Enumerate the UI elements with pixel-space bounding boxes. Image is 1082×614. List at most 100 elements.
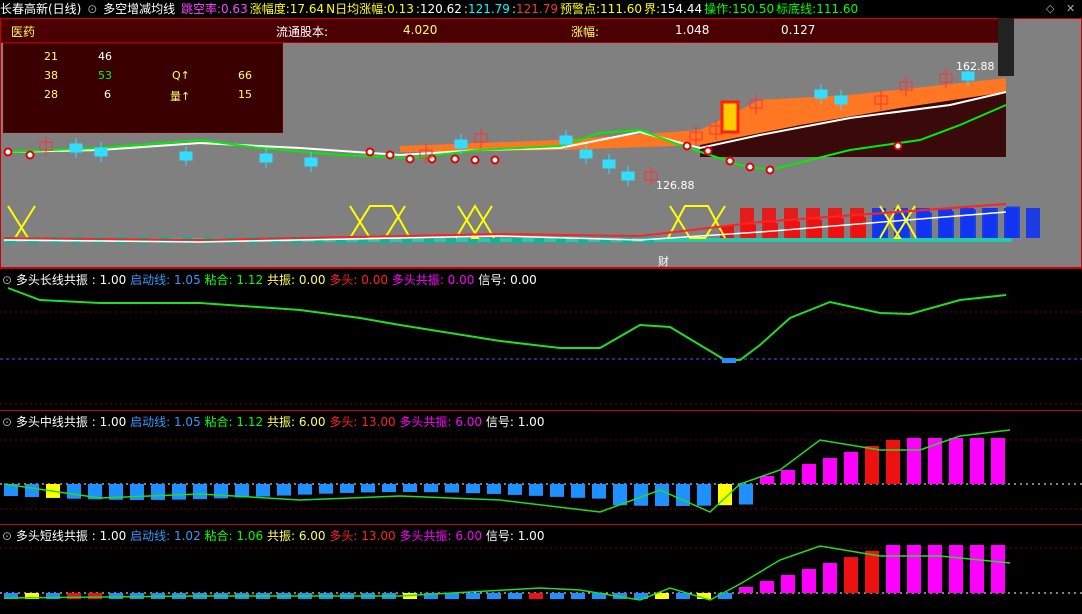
volume-bar-top bbox=[1004, 208, 1018, 238]
panel-toggle-icon[interactable]: ⊙ bbox=[2, 273, 16, 287]
panel-short[interactable]: ⊙ 多头短线共振 : 1.00 启动线: 1.02 粘合: 1.06 共振: 6… bbox=[0, 524, 1082, 614]
panel-mid[interactable]: ⊙ 多头中线共振 : 1.00 启动线: 1.05 粘合: 1.12 共振: 6… bbox=[0, 410, 1082, 524]
panel-v4: 0.00 bbox=[361, 273, 388, 287]
volume-bar-top bbox=[806, 208, 820, 238]
volume-bar-top bbox=[960, 208, 974, 238]
highlight-candle bbox=[720, 100, 740, 134]
separator: : bbox=[502, 273, 511, 287]
panel-toggle-icon[interactable]: ⊙ bbox=[2, 529, 16, 543]
panel-l1: 启动线 bbox=[130, 273, 167, 287]
panel-v0: 1.00 bbox=[99, 273, 127, 287]
separator: : bbox=[290, 273, 299, 287]
panel-v2: 1.12 bbox=[236, 273, 264, 287]
yellow-helper bbox=[690, 206, 695, 238]
panel-v3: 6.00 bbox=[298, 415, 326, 429]
signal-dot bbox=[450, 154, 460, 164]
panel-v6: 0.00 bbox=[510, 273, 537, 287]
panel-l6: 信号 bbox=[478, 273, 503, 287]
signal-dot bbox=[745, 162, 755, 172]
panel-l4: 多头 bbox=[329, 415, 354, 429]
panel-v3: 0.00 bbox=[298, 273, 326, 287]
volume-bar bbox=[578, 236, 588, 244]
panel-title: 多头短线共振 bbox=[15, 529, 88, 543]
separator: : bbox=[439, 273, 448, 287]
separator: : bbox=[509, 529, 518, 543]
signal-dot bbox=[682, 141, 692, 151]
panel-l5: 多头共振 bbox=[399, 415, 448, 429]
candle-body bbox=[961, 71, 975, 81]
candle-body bbox=[559, 135, 573, 145]
volume-bar-top bbox=[1026, 208, 1040, 238]
candle-body bbox=[94, 147, 108, 157]
signal-dot bbox=[725, 156, 735, 166]
price-scale-block bbox=[998, 18, 1014, 76]
low-price-label: 126.88 bbox=[656, 179, 695, 192]
volume-bar-top bbox=[762, 208, 776, 238]
separator: : bbox=[509, 415, 518, 429]
candle-body bbox=[179, 151, 193, 161]
candlestick-chart[interactable] bbox=[0, 0, 1082, 268]
signal-dot bbox=[490, 155, 500, 165]
yellow-signal bbox=[349, 205, 406, 239]
panel-title: 多头中线共振 bbox=[15, 415, 88, 429]
panel-v2: 1.06 bbox=[236, 529, 264, 543]
panel-v6: 1.00 bbox=[517, 415, 545, 429]
yellow-signal bbox=[7, 205, 36, 239]
panel-l4: 多头 bbox=[329, 529, 354, 543]
finance-label[interactable]: 财 bbox=[658, 253, 669, 269]
separator: : bbox=[290, 415, 299, 429]
signal-dot bbox=[470, 155, 480, 165]
volume-bar-top bbox=[916, 208, 930, 238]
separator: : bbox=[290, 529, 299, 543]
panel-v5: 6.00 bbox=[455, 415, 483, 429]
panel-l3: 共振 bbox=[266, 415, 291, 429]
candle-body bbox=[69, 143, 83, 153]
panel-v6: 1.00 bbox=[517, 529, 545, 543]
signal-dot bbox=[3, 147, 13, 157]
candle-body bbox=[602, 159, 616, 169]
volume-bar bbox=[600, 236, 610, 244]
panel-v0: 1.00 bbox=[99, 415, 127, 429]
candle-body bbox=[259, 153, 273, 163]
panel-l5: 多头共振 bbox=[391, 273, 440, 287]
candle-body bbox=[579, 149, 593, 159]
panel-l3: 共振 bbox=[266, 273, 291, 287]
panel-toggle-icon[interactable]: ⊙ bbox=[2, 415, 16, 429]
volume-bar-top bbox=[938, 208, 952, 238]
candle-body bbox=[814, 89, 828, 99]
panel-long[interactable]: ⊙ 多头长线共振 : 1.00 启动线: 1.05 粘合: 1.12 共振: 0… bbox=[0, 268, 1082, 410]
separator: : bbox=[87, 273, 100, 287]
panel-l6: 信号 bbox=[485, 415, 510, 429]
panel-v4: 13.00 bbox=[361, 529, 396, 543]
panel-v4: 13.00 bbox=[361, 415, 396, 429]
candle-body bbox=[454, 139, 468, 149]
panel-v5: 0.00 bbox=[447, 273, 475, 287]
panel-v0: 1.00 bbox=[99, 529, 127, 543]
signal-dot bbox=[25, 150, 35, 160]
panel-l1: 启动线 bbox=[130, 529, 167, 543]
panel-v1: 1.05 bbox=[173, 273, 201, 287]
panel-v5: 6.00 bbox=[455, 529, 483, 543]
panel-title: 多头长线共振 bbox=[15, 273, 88, 287]
signal-dot bbox=[405, 154, 415, 164]
candle-body bbox=[304, 157, 318, 167]
panel-v2: 1.12 bbox=[236, 415, 264, 429]
separator: : bbox=[166, 415, 174, 429]
panel-v1: 1.02 bbox=[173, 529, 201, 543]
separator: : bbox=[166, 273, 174, 287]
panel-l2: 粘合 bbox=[204, 415, 229, 429]
volume-bar-top bbox=[784, 208, 798, 238]
signal-dot bbox=[893, 141, 903, 151]
high-price-label: 162.88 bbox=[956, 60, 995, 73]
signal-dot bbox=[765, 165, 775, 175]
separator: : bbox=[87, 415, 100, 429]
panel-l3: 共振 bbox=[266, 529, 291, 543]
panel-l1: 启动线 bbox=[130, 415, 167, 429]
yellow-signal bbox=[457, 205, 493, 239]
panel-l2: 粘合 bbox=[204, 529, 229, 543]
yellow-helper bbox=[370, 206, 375, 238]
signal-dot bbox=[703, 146, 713, 156]
volume-bar bbox=[490, 236, 500, 244]
signal-dot bbox=[385, 150, 395, 160]
yellow-trap bbox=[667, 205, 726, 239]
